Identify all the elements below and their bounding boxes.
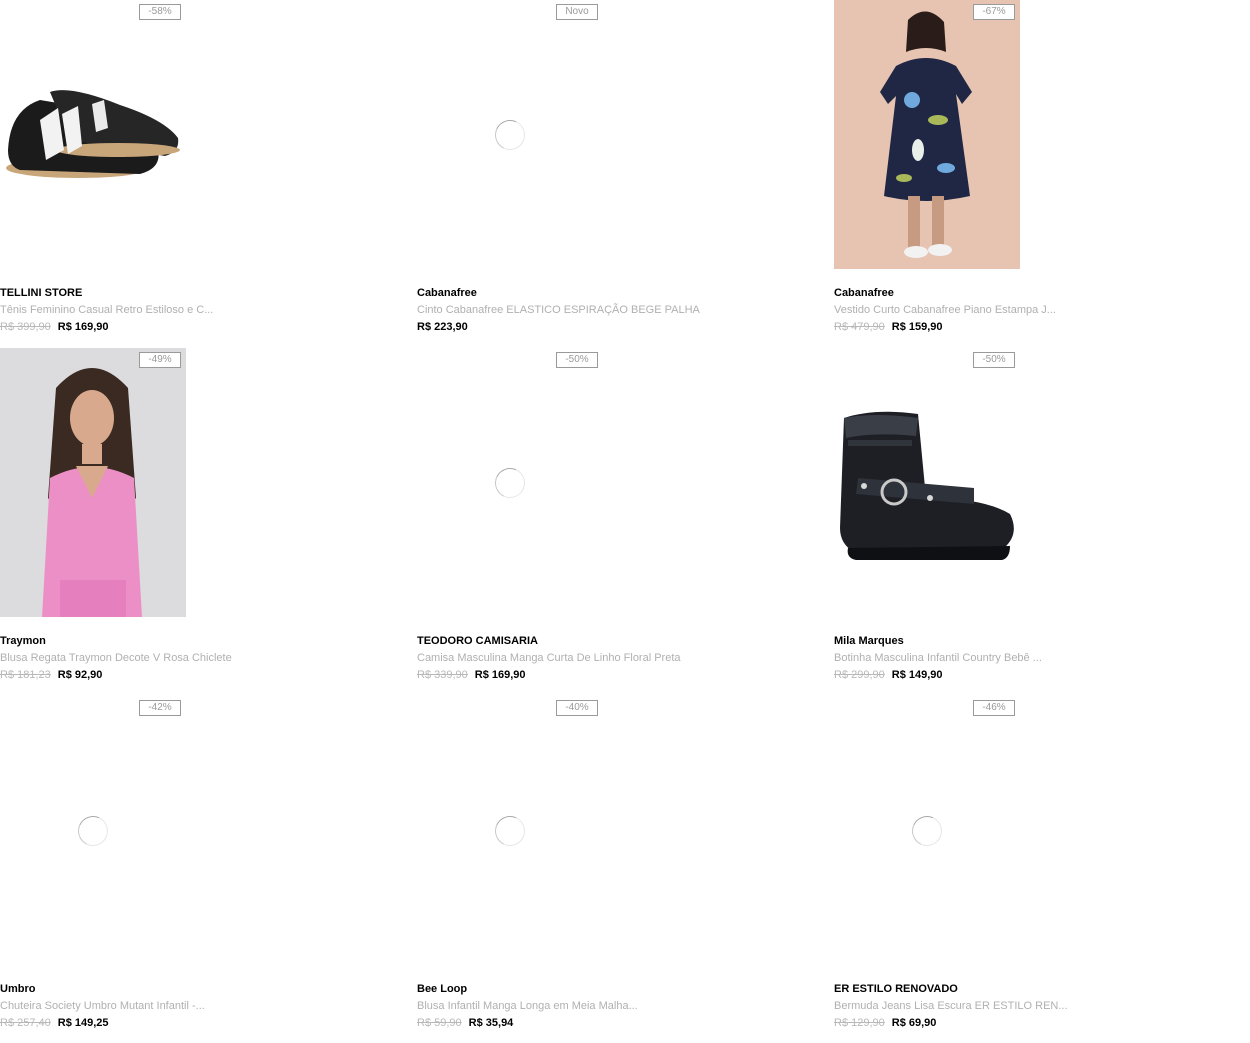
discount-badge: -42% (139, 700, 181, 716)
product-brand: Cabanafree (417, 287, 477, 299)
discount-badge: -67% (973, 4, 1015, 20)
product-prices: R$ 181,23 R$ 92,90 (0, 669, 102, 681)
new-badge: Novo (556, 4, 598, 20)
product-image[interactable]: -50% (834, 348, 1020, 617)
product-prices: R$ 59,90 R$ 35,94 (417, 1017, 513, 1029)
product-prices: R$ 257,40 R$ 149,25 (0, 1017, 109, 1029)
product-brand: ER ESTILO RENOVADO (834, 983, 958, 995)
current-price: R$ 35,94 (468, 1017, 514, 1029)
product-card[interactable]: -50% Mila Marques Botinha Masculina Infa… (834, 348, 1244, 688)
product-card[interactable]: -40% Bee Loop Blusa Infantil Manga Longa… (417, 696, 827, 1036)
dress-image (834, 0, 1020, 269)
product-prices: R$ 399,90 R$ 169,90 (0, 321, 109, 333)
product-prices: R$ 339,90 R$ 169,90 (417, 669, 526, 681)
old-price: R$ 59,90 (417, 1017, 462, 1029)
discount-badge: -46% (973, 700, 1015, 716)
current-price: R$ 169,90 (474, 669, 526, 681)
current-price: R$ 92,90 (57, 669, 103, 681)
product-name[interactable]: Chuteira Society Umbro Mutant Infantil -… (0, 1000, 205, 1012)
product-brand: Cabanafree (834, 287, 894, 299)
product-card[interactable]: -46% ER ESTILO RENOVADO Bermuda Jeans Li… (834, 696, 1244, 1036)
loading-spinner-icon (907, 811, 947, 851)
product-card[interactable]: -58% TELLINI STORE Tênis Feminino Casual… (0, 0, 410, 340)
loading-spinner-icon (490, 811, 530, 851)
product-prices: R$ 129,90 R$ 69,90 (834, 1017, 936, 1029)
discount-badge: -58% (139, 4, 181, 20)
loading-spinner-icon (490, 463, 530, 503)
product-image[interactable]: -42% (0, 696, 186, 965)
product-name[interactable]: Tênis Feminino Casual Retro Estiloso e C… (0, 304, 213, 316)
product-card[interactable]: -42% Umbro Chuteira Society Umbro Mutant… (0, 696, 410, 1036)
product-brand: Traymon (0, 635, 46, 647)
current-price: R$ 149,25 (57, 1017, 109, 1029)
old-price: R$ 339,90 (417, 669, 468, 681)
old-price: R$ 399,90 (0, 321, 51, 333)
product-image[interactable]: -50% (417, 348, 603, 617)
product-name[interactable]: Vestido Curto Cabanafree Piano Estampa J… (834, 304, 1056, 316)
current-price: R$ 69,90 (891, 1017, 937, 1029)
product-card[interactable]: -49% Traymon Blusa Regata Traymon Decote… (0, 348, 410, 688)
old-price: R$ 257,40 (0, 1017, 51, 1029)
loading-spinner-icon (490, 115, 530, 155)
product-name[interactable]: Blusa Regata Traymon Decote V Rosa Chicl… (0, 652, 232, 664)
loading-spinner-icon (73, 811, 113, 851)
current-price: R$ 149,90 (891, 669, 943, 681)
product-prices: R$ 223,90 (417, 321, 468, 333)
product-image[interactable]: -49% (0, 348, 186, 617)
current-price: R$ 159,90 (891, 321, 943, 333)
product-image[interactable]: Novo (417, 0, 603, 269)
product-brand: TEODORO CAMISARIA (417, 635, 538, 647)
pink-top-image (0, 348, 186, 617)
old-price: R$ 299,90 (834, 669, 885, 681)
product-name[interactable]: Camisa Masculina Manga Curta De Linho Fl… (417, 652, 681, 664)
product-prices: R$ 299,90 R$ 149,90 (834, 669, 943, 681)
product-card[interactable]: -50% TEODORO CAMISARIA Camisa Masculina … (417, 348, 827, 688)
product-card[interactable]: -67% Cabanafree Vestido Curto Cabanafree… (834, 0, 1244, 340)
old-price: R$ 129,90 (834, 1017, 885, 1029)
product-name[interactable]: Botinha Masculina Infantil Country Bebê … (834, 652, 1042, 664)
old-price: R$ 479,90 (834, 321, 885, 333)
current-price: R$ 169,90 (57, 321, 109, 333)
product-name[interactable]: Bermuda Jeans Lisa Escura ER ESTILO REN.… (834, 1000, 1068, 1012)
product-image[interactable]: -58% (0, 0, 186, 269)
product-brand: Bee Loop (417, 983, 468, 995)
discount-badge: -50% (556, 352, 598, 368)
discount-badge: -50% (973, 352, 1015, 368)
product-name[interactable]: Blusa Infantil Manga Longa em Meia Malha… (417, 1000, 638, 1012)
product-brand: Mila Marques (834, 635, 904, 647)
product-name[interactable]: Cinto Cabanafree ELASTICO ESPIRAÇÃO BEGE… (417, 304, 700, 316)
product-grid: -58% TELLINI STORE Tênis Feminino Casual… (0, 0, 1250, 1043)
boot-image (840, 411, 1014, 560)
product-image[interactable]: -40% (417, 696, 603, 965)
current-price: R$ 223,90 (417, 321, 468, 333)
old-price: R$ 181,23 (0, 669, 51, 681)
product-card[interactable]: Novo Cabanafree Cinto Cabanafree ELASTIC… (417, 0, 827, 340)
product-brand: TELLINI STORE (0, 287, 83, 299)
product-brand: Umbro (0, 983, 36, 995)
discount-badge: -40% (556, 700, 598, 716)
sneaker-image (6, 90, 180, 178)
product-image[interactable]: -67% (834, 0, 1020, 269)
product-prices: R$ 479,90 R$ 159,90 (834, 321, 943, 333)
product-image[interactable]: -46% (834, 696, 1020, 965)
discount-badge: -49% (139, 352, 181, 368)
